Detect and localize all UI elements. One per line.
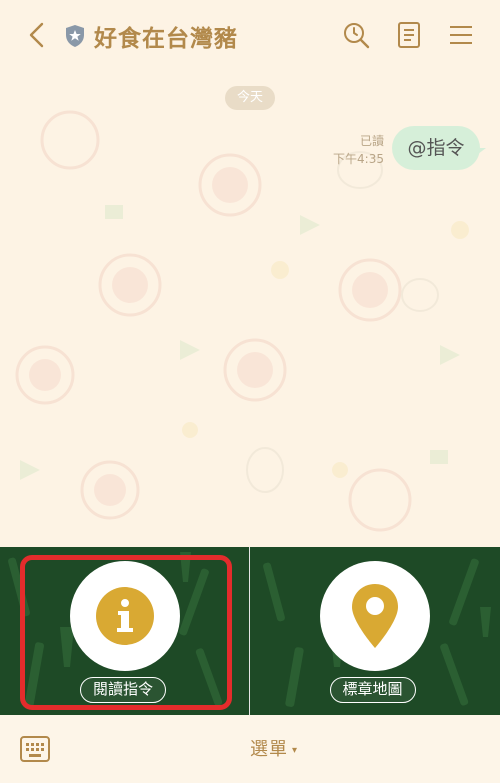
rich-menu: 閱讀指令 標章地圖 <box>0 547 500 715</box>
wallpaper-pattern <box>15 110 469 532</box>
official-shield-icon <box>66 25 84 47</box>
message-time: 下午4:35 <box>333 152 384 166</box>
menu-toggle-label: 選單 <box>250 739 288 760</box>
notes-icon[interactable] <box>394 20 424 50</box>
menu-toggle-button[interactable]: 選單 ▾ <box>250 735 298 761</box>
read-status: 已讀 <box>359 134 384 148</box>
rich-menu-item-label-map[interactable]: 標章地圖 <box>249 547 500 715</box>
chat-header: 好食在台灣豬 <box>0 0 500 70</box>
rich-menu-item-read-commands[interactable]: 閱讀指令 <box>0 547 249 715</box>
message-bubble[interactable]: @指令 <box>392 126 480 170</box>
read-commands-label: 閱讀指令 <box>80 677 167 703</box>
chat-title: 好食在台灣豬 <box>94 26 238 52</box>
back-arrow-icon[interactable] <box>24 20 50 50</box>
bottom-bar: 選單 ▾ <box>0 715 500 783</box>
menu-hamburger-icon[interactable] <box>446 20 476 50</box>
search-history-icon[interactable] <box>341 20 371 50</box>
chat-area: 好食在台灣豬 今天 已讀 下午4:35 @指令 <box>0 0 500 547</box>
date-badge: 今天 <box>225 86 275 110</box>
message-meta: 已讀 下午4:35 <box>333 132 384 168</box>
map-pin-icon <box>351 584 398 648</box>
caret-down-icon: ▾ <box>292 744 299 756</box>
info-icon <box>96 587 154 645</box>
keyboard-icon[interactable] <box>20 736 50 762</box>
label-map-label: 標章地圖 <box>329 677 416 703</box>
